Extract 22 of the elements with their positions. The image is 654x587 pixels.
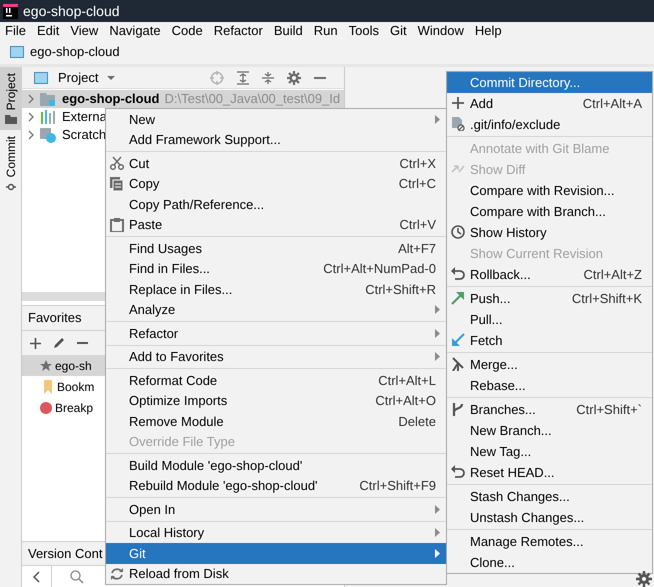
favorite-label: Bookm <box>57 378 94 396</box>
tree-label: Externa <box>62 108 107 126</box>
shortcut-text: Ctrl+Shift+K <box>572 290 642 308</box>
tree-label: ego-shop-cloud <box>62 90 160 108</box>
shortcut-text: Ctrl+X <box>400 154 436 172</box>
shortcut-text: Ctrl+Alt+L <box>378 372 436 390</box>
shortcut-text: Ctrl+Alt+Z <box>583 266 642 284</box>
shortcut-text: Delete <box>398 412 436 430</box>
favorite-label: Breakp <box>55 400 94 416</box>
shortcut-text: Alt+F7 <box>398 240 436 258</box>
shortcut-text: Ctrl+Alt+NumPad-0 <box>323 260 436 278</box>
window-title: ego-shop-cloud <box>23 2 120 21</box>
shortcut-text: Ctrl+V <box>400 216 436 234</box>
shortcut-text: Ctrl+Shift+F9 <box>359 477 436 495</box>
shortcut-text: Ctrl+Shift+R <box>365 280 436 298</box>
favorite-label: ego-sh <box>55 358 92 374</box>
shortcut-text: Ctrl+Alt+O <box>375 392 436 410</box>
shortcut-text: Ctrl+Shift+` <box>576 400 642 419</box>
tree-label: Scratch <box>62 126 106 144</box>
shortcut-text: Ctrl+C <box>398 175 436 193</box>
shortcut-text: Ctrl+Alt+A <box>582 94 642 113</box>
path-text: D:\Test\00_Java\00_test\09_Id <box>164 90 340 108</box>
